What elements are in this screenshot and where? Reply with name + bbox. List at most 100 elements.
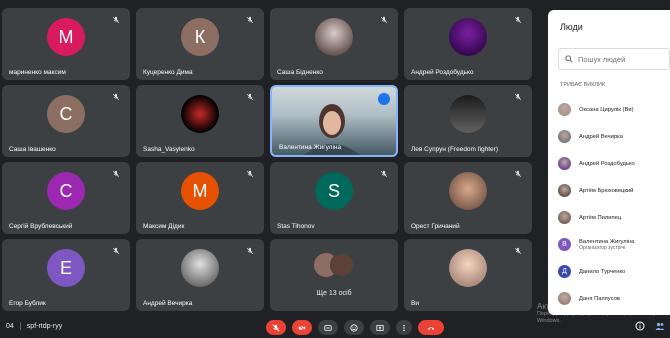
- participant-name: Лев Супрун (Freedom fighter): [411, 146, 499, 153]
- participant-list-name: Артём Брюховецкий: [579, 187, 634, 194]
- windows-activation-watermark: Активация Windows Перейдіть до розділу "…: [537, 302, 670, 325]
- participant-tile[interactable]: Андрей Вечирка: [136, 239, 264, 311]
- people-panel-title: Люди: [560, 22, 583, 32]
- camera-toggle-button[interactable]: [292, 320, 312, 335]
- participant-name: Sasha_Vasylenko: [143, 146, 195, 153]
- watermark-text: Перейдіть до розділу "Настройки", щоб ак…: [537, 311, 667, 324]
- people-panel: Люди ТРИВАЄ ВИКЛИК Оксана Цирулік (Ви) Ан…: [548, 10, 670, 315]
- participant-name: Саша Бідненко: [277, 69, 323, 76]
- participant-tile[interactable]: Ви: [404, 239, 532, 311]
- mic-muted-icon: [112, 170, 120, 178]
- participant-name: Максим Дідик: [143, 223, 185, 230]
- watermark-title: Активация Windows: [537, 302, 611, 311]
- avatar: [558, 211, 571, 224]
- participant-list-name: Артём Пилипец: [579, 214, 622, 221]
- meeting-details[interactable]: 04 spf-rtdp-ryy: [6, 322, 62, 330]
- present-button[interactable]: [370, 320, 390, 335]
- participant-list-name: Даня Паппусов: [579, 295, 620, 302]
- captions-button[interactable]: [318, 320, 338, 335]
- people-list: Оксана Цирулік (Ви) Андрей Вечирка Андрей …: [558, 96, 670, 312]
- participant-tile[interactable]: Ще 13 осіб: [270, 239, 398, 311]
- avatar: В: [558, 238, 571, 251]
- meeting-time: 04: [6, 322, 14, 330]
- more-vert-icon: [403, 324, 405, 331]
- search-icon: [565, 55, 573, 63]
- mic-off-icon: [272, 323, 280, 332]
- more-participants-label: Ще 13 осіб: [316, 290, 352, 297]
- avatar: М: [181, 172, 219, 210]
- participant-name: Сергій Врублевський: [9, 223, 73, 230]
- participant-name: мариненко максим: [9, 69, 66, 76]
- mic-muted-icon: [246, 16, 254, 24]
- avatar: S: [315, 172, 353, 210]
- avatar: [558, 157, 571, 170]
- captions-icon: [324, 324, 332, 331]
- avatar: [315, 18, 353, 56]
- participant-name: Валентина Жигуліна: [279, 144, 342, 151]
- participant-tile[interactable]: Орест Гричаний: [404, 162, 532, 234]
- participant-name: Андрей Вечирка: [143, 300, 193, 307]
- leave-call-button[interactable]: [418, 320, 444, 335]
- biohazard-avatar: [181, 95, 219, 133]
- participant-tile[interactable]: Лев Супрун (Freedom fighter): [404, 85, 532, 157]
- avatar: С: [47, 95, 85, 133]
- mic-muted-icon: [246, 170, 254, 178]
- participant-tile[interactable]: Андрей Роздобудько: [404, 8, 532, 80]
- divider: [19, 322, 21, 330]
- participant-name: Егор Бублик: [9, 300, 46, 307]
- mic-muted-icon: [246, 247, 254, 255]
- avatar: [449, 18, 487, 56]
- participant-tile[interactable]: Sasha_Vasylenko: [136, 85, 264, 157]
- participant-list-item[interactable]: Артём Брюховецкий: [558, 177, 670, 204]
- participant-list-name: Оксана Цирулік (Ви): [579, 106, 634, 113]
- participant-list-item[interactable]: Артём Пилипец: [558, 204, 670, 231]
- mic-muted-icon: [514, 16, 522, 24]
- participant-grid: Ммариненко максим К Куцеренко Дима Саша Бід…: [2, 8, 532, 314]
- participant-tile[interactable]: Ммариненко максим: [2, 8, 130, 80]
- avatar: Е: [47, 249, 85, 287]
- mic-muted-icon: [112, 16, 120, 24]
- mic-muted-icon: [514, 247, 522, 255]
- camera-off-icon: [298, 323, 306, 332]
- participant-name: Ви: [411, 300, 419, 307]
- avatar: [181, 249, 219, 287]
- mic-muted-icon: [380, 170, 388, 178]
- avatar: [558, 130, 571, 143]
- more-options-button[interactable]: [396, 320, 412, 335]
- participant-name: Саша Івашенко: [9, 146, 56, 153]
- present-screen-icon: [376, 324, 384, 331]
- hang-up-icon: [427, 326, 435, 330]
- participant-list-name: Андрей Вечирка: [579, 133, 624, 140]
- participant-tile[interactable]: S Stas Tihonov: [270, 162, 398, 234]
- participant-list-item[interactable]: Андрей Вечирка: [558, 123, 670, 150]
- participant-role: Організатор зустрічі: [579, 244, 626, 251]
- participant-tile[interactable]: Саша Бідненко: [270, 8, 398, 80]
- participant-tile[interactable]: М Максим Дідик: [136, 162, 264, 234]
- emoji-icon: [350, 323, 358, 332]
- participant-tile[interactable]: С Сергій Врублевський: [2, 162, 130, 234]
- mic-muted-icon: [514, 93, 522, 101]
- search-input[interactable]: [578, 54, 668, 64]
- avatar: С: [47, 172, 85, 210]
- mic-muted-icon: [112, 93, 120, 101]
- avatar: [449, 249, 487, 287]
- participant-list-item[interactable]: Оксана Цирулік (Ви): [558, 96, 670, 123]
- participant-tile[interactable]: Е Егор Бублик: [2, 239, 130, 311]
- reactions-button[interactable]: [344, 320, 364, 335]
- participant-name: Орест Гричаний: [411, 223, 460, 230]
- participant-list-item[interactable]: Андрей Роздобудько: [558, 150, 670, 177]
- participant-tile[interactable]: К Куцеренко Дима: [136, 8, 264, 80]
- avatar: [558, 184, 571, 197]
- people-search[interactable]: [558, 48, 670, 70]
- participant-list-item[interactable]: Д Данило Турченко: [558, 258, 670, 285]
- mic-toggle-button[interactable]: [266, 320, 286, 335]
- mic-muted-icon: [380, 16, 388, 24]
- section-in-call: ТРИВАЄ ВИКЛИК: [560, 82, 606, 88]
- participant-list-item[interactable]: В Валентина Жигуліна Організатор зустрічі: [558, 231, 670, 258]
- mic-muted-icon: [246, 93, 254, 101]
- participant-tile[interactable]: Валентина Жигуліна: [270, 85, 398, 157]
- meeting-code: spf-rtdp-ryy: [26, 322, 63, 330]
- more-avatars: [314, 253, 354, 277]
- avatar: [449, 172, 487, 210]
- participant-tile[interactable]: С Саша Івашенко: [2, 85, 130, 157]
